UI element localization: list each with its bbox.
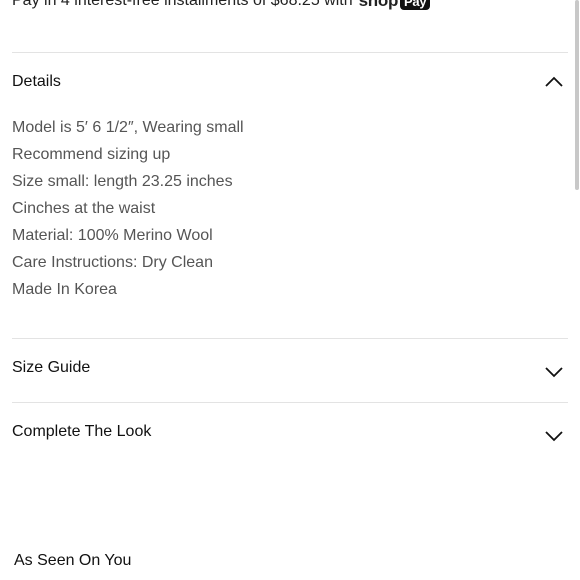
divider xyxy=(12,338,568,339)
accordion-title-details: Details xyxy=(12,73,61,90)
chevron-down-icon[interactable] xyxy=(544,430,564,442)
divider xyxy=(12,402,568,403)
details-list: Model is 5′ 6 1/2″, Wearing small Recomm… xyxy=(12,114,244,303)
shop-pay-logo-pay: Pay xyxy=(400,0,431,10)
details-item: Recommend sizing up xyxy=(12,146,171,163)
details-item: Model is 5′ 6 1/2″, Wearing small xyxy=(12,119,244,136)
scrollbar-thumb[interactable] xyxy=(575,0,579,190)
accordion-title-complete-the-look: Complete The Look xyxy=(12,423,152,440)
accordion-title-size-guide: Size Guide xyxy=(12,359,91,376)
details-item: Size small: length 23.25 inches xyxy=(12,173,233,190)
details-item: Material: 100% Merino Wool xyxy=(12,227,213,244)
details-item: Cinches at the waist xyxy=(12,200,156,217)
as-seen-on-you-heading: As Seen On You xyxy=(14,552,132,569)
product-details-page: Pay in 4 interest-free installments of $… xyxy=(0,0,580,580)
shop-pay-logo-shop: shop xyxy=(358,0,399,10)
details-item: Care Instructions: Dry Clean xyxy=(12,254,213,271)
installments-text: Pay in 4 interest-free installments of $… xyxy=(12,0,353,9)
chevron-up-icon[interactable] xyxy=(544,76,564,88)
chevron-down-icon[interactable] xyxy=(544,366,564,378)
details-item: Made In Korea xyxy=(12,281,117,298)
scrollbar[interactable] xyxy=(574,0,580,580)
installments-banner: Pay in 4 interest-free installments of $… xyxy=(12,0,431,11)
accordion-header-size-guide[interactable]: Size Guide xyxy=(12,353,568,383)
accordion-header-complete-the-look[interactable]: Complete The Look xyxy=(12,417,568,447)
shop-pay-logo[interactable]: shop Pay xyxy=(359,0,431,11)
divider xyxy=(12,52,568,53)
accordion-header-details[interactable]: Details xyxy=(12,67,568,97)
